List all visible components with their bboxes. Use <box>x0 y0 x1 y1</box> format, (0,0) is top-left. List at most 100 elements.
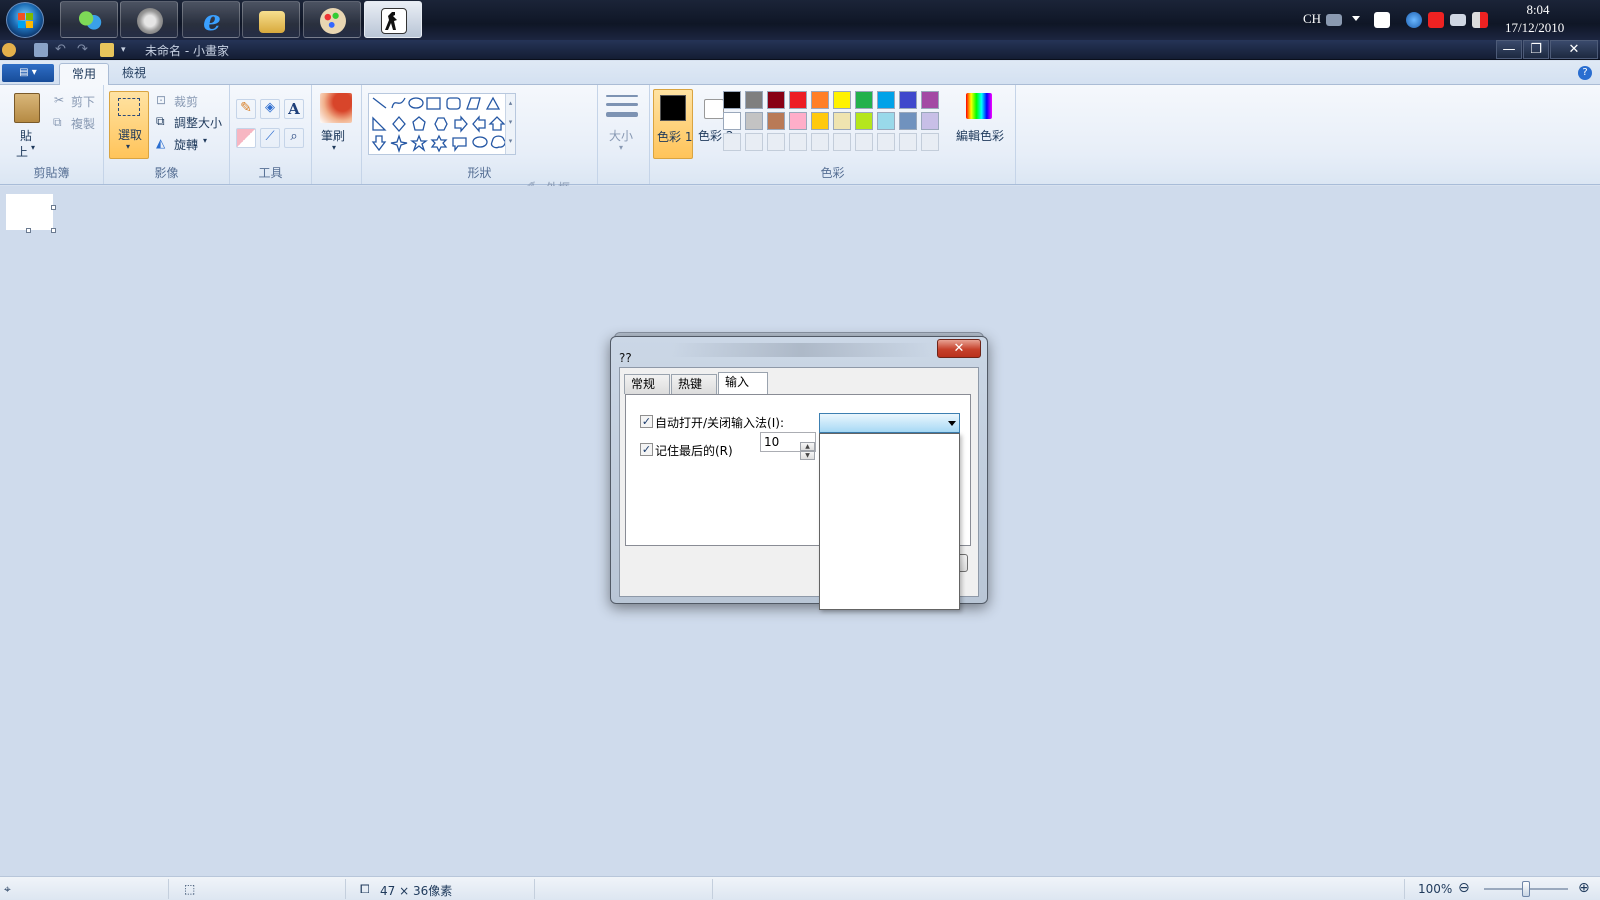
tab-home[interactable]: 常用 <box>59 63 110 85</box>
color2-swatch[interactable] <box>704 99 724 119</box>
custom-color-slot[interactable] <box>811 133 829 151</box>
rotate-icon[interactable]: ◭ <box>156 136 165 150</box>
dialog-tab-hotkeys[interactable]: 热键 <box>671 374 717 394</box>
color-swatch[interactable] <box>855 91 873 109</box>
app-tray-icon[interactable] <box>1374 12 1390 28</box>
brushes-dropdown-icon[interactable]: ▾ <box>332 143 336 152</box>
taskbar-msn-messenger[interactable] <box>60 1 118 38</box>
spin-down-button[interactable]: ▼ <box>800 451 815 460</box>
spin-up-button[interactable]: ▲ <box>800 442 815 451</box>
paint-menu-button[interactable]: ▤ ▾ <box>2 64 54 82</box>
zoom-out-icon[interactable]: ⊖ <box>1458 880 1470 896</box>
show-hidden-icons-icon[interactable] <box>1352 16 1360 21</box>
clock-time[interactable]: 8:04 <box>1508 2 1568 18</box>
fill-icon[interactable]: ◈ <box>260 99 280 119</box>
custom-color-slot[interactable] <box>855 133 873 151</box>
color-swatch[interactable] <box>811 112 829 130</box>
ime-select-combobox[interactable] <box>819 413 960 433</box>
color-swatch[interactable] <box>745 91 763 109</box>
dialog-tab-general[interactable]: 常规 <box>624 374 670 394</box>
custom-color-slot[interactable] <box>877 133 895 151</box>
edit-colors-icon[interactable] <box>966 93 992 119</box>
color-swatch[interactable] <box>833 91 851 109</box>
network-icon[interactable] <box>1450 14 1466 26</box>
volume-muted-icon[interactable] <box>1472 12 1488 28</box>
clock-date[interactable]: 17/12/2010 <box>1505 20 1564 36</box>
color1-button[interactable]: 色彩 1 <box>653 89 693 159</box>
dialog-close-button[interactable]: ✕ <box>937 339 981 358</box>
color-swatch[interactable] <box>767 91 785 109</box>
dialog-tab-input[interactable]: 输入 <box>718 372 768 395</box>
network-tray-icon[interactable] <box>1406 12 1422 28</box>
taskbar-media-player[interactable] <box>120 1 178 38</box>
copy-button[interactable]: 複製 <box>71 115 95 132</box>
color-swatch[interactable] <box>877 91 895 109</box>
taskbar-windows-explorer[interactable] <box>242 1 300 38</box>
resize-icon[interactable]: ⧉ <box>156 114 165 129</box>
color-swatch[interactable] <box>899 91 917 109</box>
taskbar-internet-explorer[interactable]: e <box>182 1 240 38</box>
cut-icon[interactable]: ✂ <box>54 93 64 107</box>
color-swatch[interactable] <box>921 91 939 109</box>
customize-quick-access-icon[interactable]: ▾ <box>121 43 135 57</box>
rotate-button[interactable]: 旋轉 <box>174 136 198 153</box>
custom-color-slot[interactable] <box>833 133 851 151</box>
color-swatch[interactable] <box>833 112 851 130</box>
edit-colors-button[interactable]: 編輯色彩 <box>956 127 1004 144</box>
undo-icon[interactable]: ↶ <box>55 43 69 57</box>
resize-handle-corner[interactable] <box>51 228 56 233</box>
save-icon[interactable] <box>34 43 48 57</box>
auto-ime-checkbox[interactable]: ✓ <box>640 415 653 428</box>
color-swatch[interactable] <box>789 112 807 130</box>
paste-dropdown-icon[interactable]: ▾ <box>31 143 35 152</box>
language-indicator[interactable]: CH <box>1303 11 1321 27</box>
keyboard-icon[interactable] <box>1326 14 1342 26</box>
custom-color-slot[interactable] <box>745 133 763 151</box>
color-swatch[interactable] <box>767 112 785 130</box>
start-button[interactable] <box>6 2 44 38</box>
taskbar-paint[interactable] <box>303 1 361 38</box>
custom-color-slot[interactable] <box>723 133 741 151</box>
drawing-canvas[interactable] <box>6 194 53 230</box>
size-dropdown-icon[interactable]: ▾ <box>619 143 623 152</box>
rotate-dropdown-icon[interactable]: ▾ <box>203 136 207 145</box>
custom-color-slot[interactable] <box>921 133 939 151</box>
copy-icon[interactable]: ⧉ <box>53 115 62 130</box>
paste-button-label2[interactable]: 上 <box>16 143 28 160</box>
brushes-button[interactable]: 筆刷 <box>321 127 345 144</box>
color-swatch[interactable] <box>789 91 807 109</box>
color-swatch[interactable] <box>745 112 763 130</box>
crop-button[interactable]: 裁剪 <box>174 93 198 110</box>
select-button[interactable]: 選取 ▾ <box>109 91 149 159</box>
color-swatch[interactable] <box>811 91 829 109</box>
maximize-button[interactable]: ❐ <box>1523 40 1549 59</box>
color-swatch[interactable] <box>899 112 917 130</box>
remember-last-checkbox[interactable]: ✓ <box>640 443 653 456</box>
zoom-in-icon[interactable]: ⊕ <box>1578 880 1590 896</box>
zoom-slider-thumb[interactable] <box>1522 881 1530 897</box>
custom-color-slot[interactable] <box>789 133 807 151</box>
paint-app-icon[interactable] <box>2 43 16 57</box>
resize-handle-right[interactable] <box>51 205 56 210</box>
paste-icon[interactable] <box>14 93 40 123</box>
color-swatch[interactable] <box>855 112 873 130</box>
close-button[interactable]: ✕ <box>1550 40 1598 59</box>
resize-handle-bottom[interactable] <box>26 228 31 233</box>
resize-button[interactable]: 調整大小 <box>174 114 222 131</box>
color-swatch[interactable] <box>723 91 741 109</box>
brush-icon[interactable] <box>320 93 352 123</box>
antivirus-icon[interactable] <box>1428 12 1444 28</box>
color-swatch[interactable] <box>921 112 939 130</box>
crop-icon[interactable]: ⊡ <box>156 93 166 107</box>
color-picker-icon[interactable]: ⟋ <box>260 128 280 148</box>
ime-select-dropdown-list[interactable] <box>819 433 960 610</box>
magnifier-icon[interactable]: ⌕ <box>284 128 304 148</box>
quick-access-icon[interactable] <box>100 43 114 57</box>
shapes-scroll-icon[interactable]: ▴ ▾ ▾ <box>505 94 515 154</box>
redo-icon[interactable]: ↷ <box>77 43 91 57</box>
eraser-icon[interactable] <box>236 128 256 148</box>
taskbar-counter-strike[interactable] <box>364 1 422 38</box>
minimize-button[interactable]: — <box>1496 40 1522 59</box>
tab-view[interactable]: 檢視 <box>110 63 158 85</box>
paste-button[interactable]: 貼 <box>20 127 32 144</box>
